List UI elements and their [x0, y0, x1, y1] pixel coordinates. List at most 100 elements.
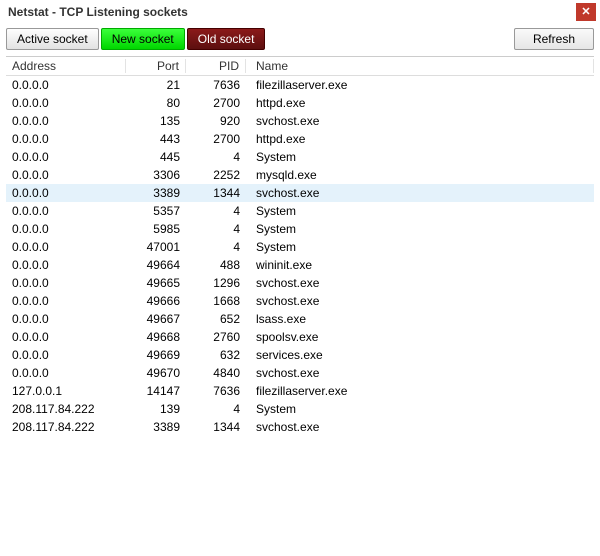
cell-pid: 488 — [186, 258, 246, 272]
cell-pid: 1344 — [186, 186, 246, 200]
close-button[interactable]: ✕ — [576, 3, 596, 21]
cell-port: 49666 — [126, 294, 186, 308]
cell-port: 49668 — [126, 330, 186, 344]
cell-address: 0.0.0.0 — [6, 168, 126, 182]
cell-name: System — [246, 240, 594, 254]
cell-pid: 2700 — [186, 132, 246, 146]
cell-pid: 4 — [186, 240, 246, 254]
table-row[interactable]: 0.0.0.0496651296svchost.exe — [6, 274, 594, 292]
cell-name: svchost.exe — [246, 420, 594, 434]
cell-port: 139 — [126, 402, 186, 416]
cell-name: svchost.exe — [246, 294, 594, 308]
close-icon: ✕ — [581, 7, 590, 18]
cell-port: 49665 — [126, 276, 186, 290]
tab-active-socket[interactable]: Active socket — [6, 28, 99, 50]
cell-address: 0.0.0.0 — [6, 204, 126, 218]
table-row[interactable]: 0.0.0.0470014System — [6, 238, 594, 256]
cell-address: 0.0.0.0 — [6, 114, 126, 128]
cell-pid: 1668 — [186, 294, 246, 308]
cell-address: 0.0.0.0 — [6, 78, 126, 92]
cell-address: 0.0.0.0 — [6, 96, 126, 110]
table-row[interactable]: 0.0.0.0496682760spoolsv.exe — [6, 328, 594, 346]
titlebar: Netstat - TCP Listening sockets ✕ — [0, 0, 600, 24]
toolbar: Active socket New socket Old socket Refr… — [0, 24, 600, 56]
table-row[interactable]: 208.117.84.22233891344svchost.exe — [6, 418, 594, 436]
table-row[interactable]: 0.0.0.0135920svchost.exe — [6, 112, 594, 130]
cell-pid: 652 — [186, 312, 246, 326]
cell-port: 21 — [126, 78, 186, 92]
cell-pid: 632 — [186, 348, 246, 362]
cell-pid: 2252 — [186, 168, 246, 182]
table-row[interactable]: 0.0.0.0496661668svchost.exe — [6, 292, 594, 310]
table-row[interactable]: 208.117.84.2221394System — [6, 400, 594, 418]
cell-pid: 920 — [186, 114, 246, 128]
cell-port: 14147 — [126, 384, 186, 398]
table-row[interactable]: 0.0.0.049669632services.exe — [6, 346, 594, 364]
tab-new-socket[interactable]: New socket — [101, 28, 185, 50]
table-body: 0.0.0.0217636filezillaserver.exe0.0.0.08… — [6, 76, 594, 436]
cell-port: 5985 — [126, 222, 186, 236]
cell-pid: 4 — [186, 402, 246, 416]
cell-pid: 2700 — [186, 96, 246, 110]
cell-name: svchost.exe — [246, 114, 594, 128]
cell-pid: 4 — [186, 150, 246, 164]
cell-address: 0.0.0.0 — [6, 312, 126, 326]
cell-name: services.exe — [246, 348, 594, 362]
col-header-port[interactable]: Port — [126, 59, 186, 73]
cell-port: 47001 — [126, 240, 186, 254]
cell-port: 49670 — [126, 366, 186, 380]
cell-address: 0.0.0.0 — [6, 366, 126, 380]
cell-address: 208.117.84.222 — [6, 402, 126, 416]
cell-port: 49667 — [126, 312, 186, 326]
cell-name: mysqld.exe — [246, 168, 594, 182]
cell-port: 3306 — [126, 168, 186, 182]
table-row[interactable]: 0.0.0.049664488wininit.exe — [6, 256, 594, 274]
tab-old-socket[interactable]: Old socket — [187, 28, 266, 50]
cell-name: System — [246, 402, 594, 416]
cell-port: 135 — [126, 114, 186, 128]
cell-port: 3389 — [126, 186, 186, 200]
table-row[interactable]: 0.0.0.0496704840svchost.exe — [6, 364, 594, 382]
col-header-address[interactable]: Address — [6, 59, 126, 73]
cell-name: lsass.exe — [246, 312, 594, 326]
cell-port: 80 — [126, 96, 186, 110]
col-header-pid[interactable]: PID — [186, 59, 246, 73]
table-row[interactable]: 0.0.0.053574System — [6, 202, 594, 220]
cell-address: 0.0.0.0 — [6, 132, 126, 146]
cell-address: 208.117.84.222 — [6, 420, 126, 434]
cell-pid: 4840 — [186, 366, 246, 380]
cell-name: filezillaserver.exe — [246, 78, 594, 92]
table-row[interactable]: 0.0.0.049667652lsass.exe — [6, 310, 594, 328]
cell-address: 0.0.0.0 — [6, 186, 126, 200]
cell-address: 0.0.0.0 — [6, 330, 126, 344]
table-header: Address Port PID Name — [6, 57, 594, 76]
cell-name: System — [246, 150, 594, 164]
table-row[interactable]: 0.0.0.0217636filezillaserver.exe — [6, 76, 594, 94]
table-row[interactable]: 0.0.0.0802700httpd.exe — [6, 94, 594, 112]
cell-address: 0.0.0.0 — [6, 240, 126, 254]
cell-address: 127.0.0.1 — [6, 384, 126, 398]
cell-port: 445 — [126, 150, 186, 164]
cell-name: System — [246, 222, 594, 236]
table-row[interactable]: 0.0.0.04432700httpd.exe — [6, 130, 594, 148]
cell-port: 3389 — [126, 420, 186, 434]
cell-port: 443 — [126, 132, 186, 146]
col-header-name[interactable]: Name — [246, 59, 594, 73]
cell-address: 0.0.0.0 — [6, 258, 126, 272]
cell-pid: 7636 — [186, 78, 246, 92]
cell-pid: 4 — [186, 204, 246, 218]
table-row[interactable]: 0.0.0.059854System — [6, 220, 594, 238]
cell-port: 5357 — [126, 204, 186, 218]
cell-pid: 2760 — [186, 330, 246, 344]
table-row[interactable]: 0.0.0.033062252mysqld.exe — [6, 166, 594, 184]
cell-pid: 7636 — [186, 384, 246, 398]
cell-name: System — [246, 204, 594, 218]
window-title: Netstat - TCP Listening sockets — [8, 5, 188, 19]
table-row[interactable]: 127.0.0.1141477636filezillaserver.exe — [6, 382, 594, 400]
table-row[interactable]: 0.0.0.033891344svchost.exe — [6, 184, 594, 202]
cell-name: svchost.exe — [246, 276, 594, 290]
cell-address: 0.0.0.0 — [6, 276, 126, 290]
cell-name: svchost.exe — [246, 186, 594, 200]
table-row[interactable]: 0.0.0.04454System — [6, 148, 594, 166]
refresh-button[interactable]: Refresh — [514, 28, 594, 50]
